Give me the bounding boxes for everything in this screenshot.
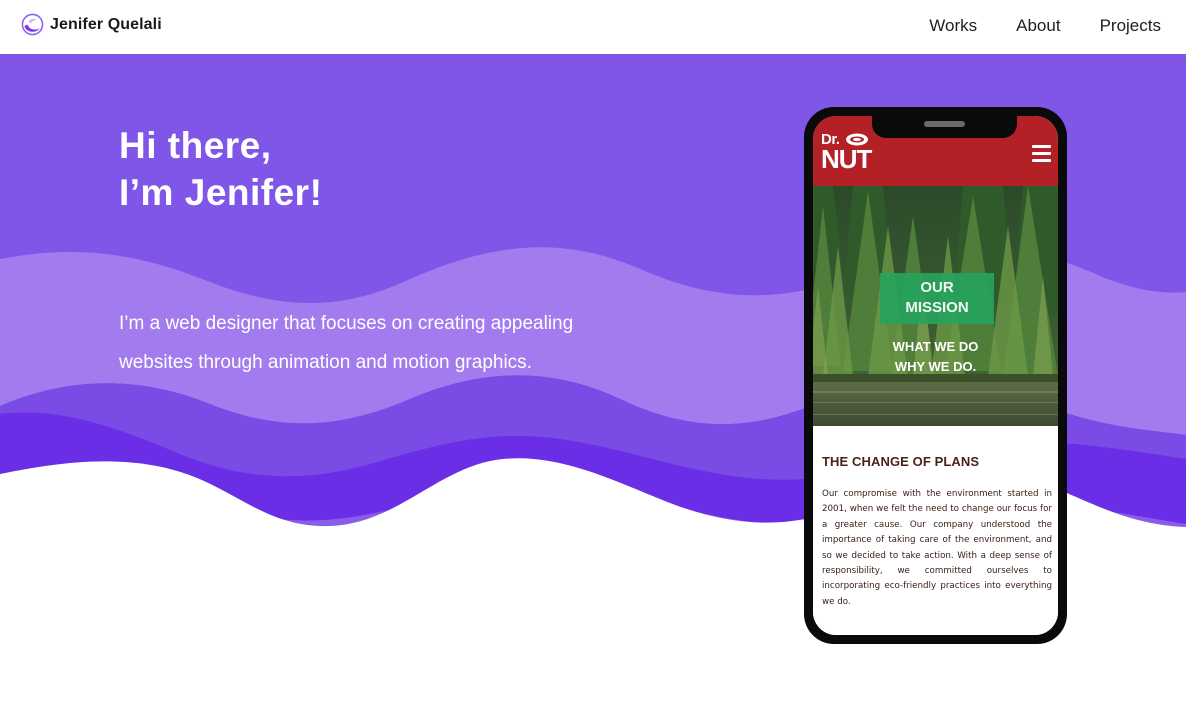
greeting-line-2: I’m Jenifer!: [119, 172, 323, 213]
tagline-line-1: WHAT WE DO: [892, 339, 979, 354]
nav-link-about[interactable]: About: [1016, 16, 1060, 36]
phone-notch: [872, 116, 1017, 138]
hero-greeting: Hi there, I’m Jenifer!: [119, 122, 322, 216]
menu-icon[interactable]: [1032, 145, 1051, 163]
tagline-line-2: WHY WE DO.: [894, 359, 977, 374]
nut-icon: [846, 133, 868, 146]
phone-speaker: [924, 121, 965, 127]
hero-intro-text: I’m a web designer that focuses on creat…: [119, 313, 574, 373]
brand-logo-icon: [21, 13, 44, 36]
main-nav: Works About Projects: [929, 16, 1161, 36]
preview-plans-section: THE CHANGE OF PLANS Our compromise with …: [813, 426, 1058, 635]
preview-logo-line-2: NUT: [821, 144, 872, 174]
preview-logo: Dr. NUT: [821, 132, 872, 174]
plans-text: Our compromise with the environment star…: [822, 489, 1052, 607]
preview-tagline: WHAT WE DO WHY WE DO.: [813, 337, 1058, 377]
preview-hero-image: OUR MISSION WHAT WE DO WHY WE DO.: [813, 186, 1058, 426]
mission-line-1: OUR: [920, 279, 954, 296]
mission-line-2: MISSION: [905, 299, 969, 316]
plans-title: THE CHANGE OF PLANS: [822, 454, 980, 469]
hero-section: Hi there, I’m Jenifer! I’m a web designe…: [0, 54, 1186, 715]
nav-link-works[interactable]: Works: [929, 16, 977, 36]
brand-home-link[interactable]: Jenifer Quelali: [21, 13, 162, 36]
site-header: Jenifer Quelali Works About Projects: [0, 0, 1186, 54]
brand-name: Jenifer Quelali: [50, 15, 162, 33]
greeting-line-1: Hi there,: [119, 125, 272, 166]
phone-screen: Dr. NUT OUR MISSION WHAT WE DO WHY WE DO…: [813, 116, 1058, 635]
mission-badge: OUR MISSION: [880, 273, 994, 324]
nav-link-projects[interactable]: Projects: [1100, 16, 1161, 36]
phone-mockup: Dr. NUT OUR MISSION WHAT WE DO WHY WE DO…: [804, 107, 1067, 644]
